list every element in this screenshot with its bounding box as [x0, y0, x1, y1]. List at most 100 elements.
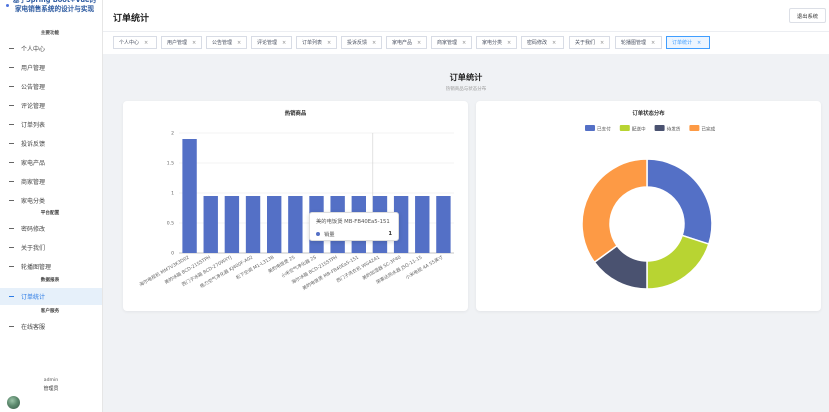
- close-icon[interactable]: ×: [282, 40, 286, 46]
- close-icon[interactable]: ×: [144, 40, 148, 46]
- close-icon[interactable]: ×: [192, 40, 196, 46]
- tab-users[interactable]: 用户管理 ×: [161, 36, 202, 49]
- tab-label: 投诉反馈: [347, 40, 368, 46]
- sidebar-item-label: 评论管理: [21, 103, 46, 110]
- bar[interactable]: [203, 196, 218, 253]
- sidebar-item-about[interactable]: 关于我们: [0, 239, 102, 256]
- sidebar-item-announcements[interactable]: 公告管理: [0, 78, 102, 95]
- dash-icon: [9, 105, 14, 106]
- sidebar-item-label: 关于我们: [21, 245, 46, 252]
- tab-password[interactable]: 密码修改 ×: [521, 36, 564, 49]
- tab-profile[interactable]: 个人中心 ×: [113, 36, 157, 49]
- bar[interactable]: [288, 196, 303, 253]
- tab-order-stats[interactable]: 订单统计 ×: [666, 36, 710, 49]
- close-icon[interactable]: ×: [552, 40, 556, 46]
- legend-swatch[interactable]: [619, 125, 630, 131]
- bar[interactable]: [267, 196, 282, 253]
- legend-swatch[interactable]: [654, 125, 665, 131]
- close-icon[interactable]: ×: [372, 40, 376, 46]
- sidebar-item-label: 轮播图管理: [21, 264, 52, 271]
- close-icon[interactable]: ×: [237, 40, 241, 46]
- avatar[interactable]: [7, 396, 20, 409]
- bar[interactable]: [436, 196, 451, 253]
- bar-chart[interactable]: 00.511.52海尔电视机 MM7V3K3D02美的冰箱 BCD-215STP…: [123, 101, 468, 311]
- group-label-reports: 数据报表: [40, 278, 60, 283]
- pie-slice[interactable]: [646, 234, 710, 290]
- tab-label: 商家管理: [437, 40, 458, 46]
- logout-button[interactable]: 退出系统: [789, 8, 826, 23]
- sidebar-item-merchants[interactable]: 商家管理: [0, 173, 102, 190]
- pie-chart-card: 订单状态分布 已支付 配送中 待发货 已完成: [476, 101, 821, 311]
- tab-carousel[interactable]: 轮播图管理 ×: [615, 36, 662, 49]
- dash-icon: [9, 86, 14, 87]
- sidebar-item-profile[interactable]: 个人中心: [0, 40, 102, 57]
- tab-orders[interactable]: 订单列表 ×: [296, 36, 337, 49]
- dash-icon: [9, 67, 14, 68]
- sidebar-item-label: 商家管理: [21, 179, 46, 186]
- pie-slice[interactable]: [581, 158, 648, 264]
- legend-swatch[interactable]: [689, 125, 700, 131]
- sidebar-item-label: 公告管理: [21, 84, 46, 91]
- sidebar: 基于Spring Boot+Vue的家电销售系统的设计与实现 主要功能 个人中心…: [0, 0, 103, 412]
- sidebar-item-carousel[interactable]: 轮播图管理: [0, 258, 102, 275]
- sidebar-item-users[interactable]: 用户管理: [0, 59, 102, 76]
- dash-icon: [9, 247, 14, 248]
- close-icon[interactable]: ×: [462, 40, 466, 46]
- bar[interactable]: [415, 196, 430, 253]
- dash-icon: [9, 143, 14, 144]
- tab-label: 公告管理: [212, 40, 233, 46]
- sidebar-item-password[interactable]: 密码修改: [0, 220, 102, 237]
- tab-comments[interactable]: 评论管理 ×: [251, 36, 292, 49]
- sidebar-item-comments[interactable]: 评论管理: [0, 97, 102, 114]
- sidebar-item-complaints[interactable]: 投诉反馈: [0, 135, 102, 152]
- dash-icon: [9, 296, 14, 297]
- tab-label: 订单统计: [672, 40, 693, 46]
- group-label-platform: 平台配置: [40, 211, 60, 216]
- tooltip-title: 美的电饭煲 MB-FB40Ea5-151: [316, 219, 390, 225]
- pie-chart[interactable]: 已支付 配送中 待发货 已完成: [476, 101, 821, 311]
- bar[interactable]: [224, 196, 240, 253]
- sidebar-item-label: 个人中心: [21, 46, 46, 53]
- y-tick-label: 0: [171, 251, 174, 257]
- close-icon[interactable]: ×: [697, 40, 701, 46]
- close-icon[interactable]: ×: [327, 40, 331, 46]
- close-icon[interactable]: ×: [417, 40, 421, 46]
- sidebar-item-orders[interactable]: 订单列表: [0, 116, 102, 133]
- legend-label[interactable]: 已支付: [597, 125, 611, 132]
- sidebar-item-label: 密码修改: [21, 226, 46, 233]
- tab-about[interactable]: 关于我们 ×: [569, 36, 610, 49]
- legend-label[interactable]: 待发货: [667, 125, 681, 132]
- y-tick-label: 0.5: [167, 221, 174, 227]
- tab-categories[interactable]: 家电分类 ×: [476, 36, 517, 49]
- pie-slice[interactable]: [646, 158, 713, 246]
- main-subtitle: 热销商品与状态分布: [445, 87, 487, 92]
- user-name: admin: [43, 378, 59, 383]
- sidebar-item-products[interactable]: 家电产品: [0, 154, 102, 171]
- legend-label[interactable]: 配送中: [632, 125, 646, 132]
- sidebar-item-online-service[interactable]: 在线客服: [0, 318, 102, 335]
- tooltip-row: 销量 1: [316, 230, 392, 238]
- sidebar-item-categories[interactable]: 家电分类: [0, 192, 102, 209]
- tab-merchants[interactable]: 商家管理 ×: [431, 36, 472, 49]
- tab-label: 个人中心: [119, 40, 140, 46]
- legend-swatch[interactable]: [585, 125, 595, 131]
- dash-icon: [9, 266, 14, 267]
- sidebar-item-label: 家电产品: [21, 160, 46, 167]
- tab-announcements[interactable]: 公告管理 ×: [206, 36, 247, 49]
- bar[interactable]: [245, 196, 261, 253]
- legend-label[interactable]: 已完成: [701, 125, 715, 132]
- tab-products[interactable]: 家电产品 ×: [386, 36, 427, 49]
- dash-icon: [9, 200, 14, 201]
- tab-label: 密码修改: [527, 40, 548, 46]
- sidebar-item-label: 家电分类: [21, 198, 46, 205]
- close-icon[interactable]: ×: [600, 40, 604, 46]
- close-icon[interactable]: ×: [507, 40, 511, 46]
- dash-icon: [9, 48, 14, 49]
- chart-tooltip: 美的电饭煲 MB-FB40Ea5-151 销量 1: [309, 212, 399, 241]
- dash-icon: [9, 124, 14, 125]
- close-icon[interactable]: ×: [651, 40, 655, 46]
- tab-complaints[interactable]: 投诉反馈 ×: [341, 36, 382, 49]
- tab-label: 家电分类: [482, 40, 503, 46]
- bar[interactable]: [182, 139, 197, 253]
- sidebar-item-order-stats[interactable]: 订单统计: [0, 288, 102, 305]
